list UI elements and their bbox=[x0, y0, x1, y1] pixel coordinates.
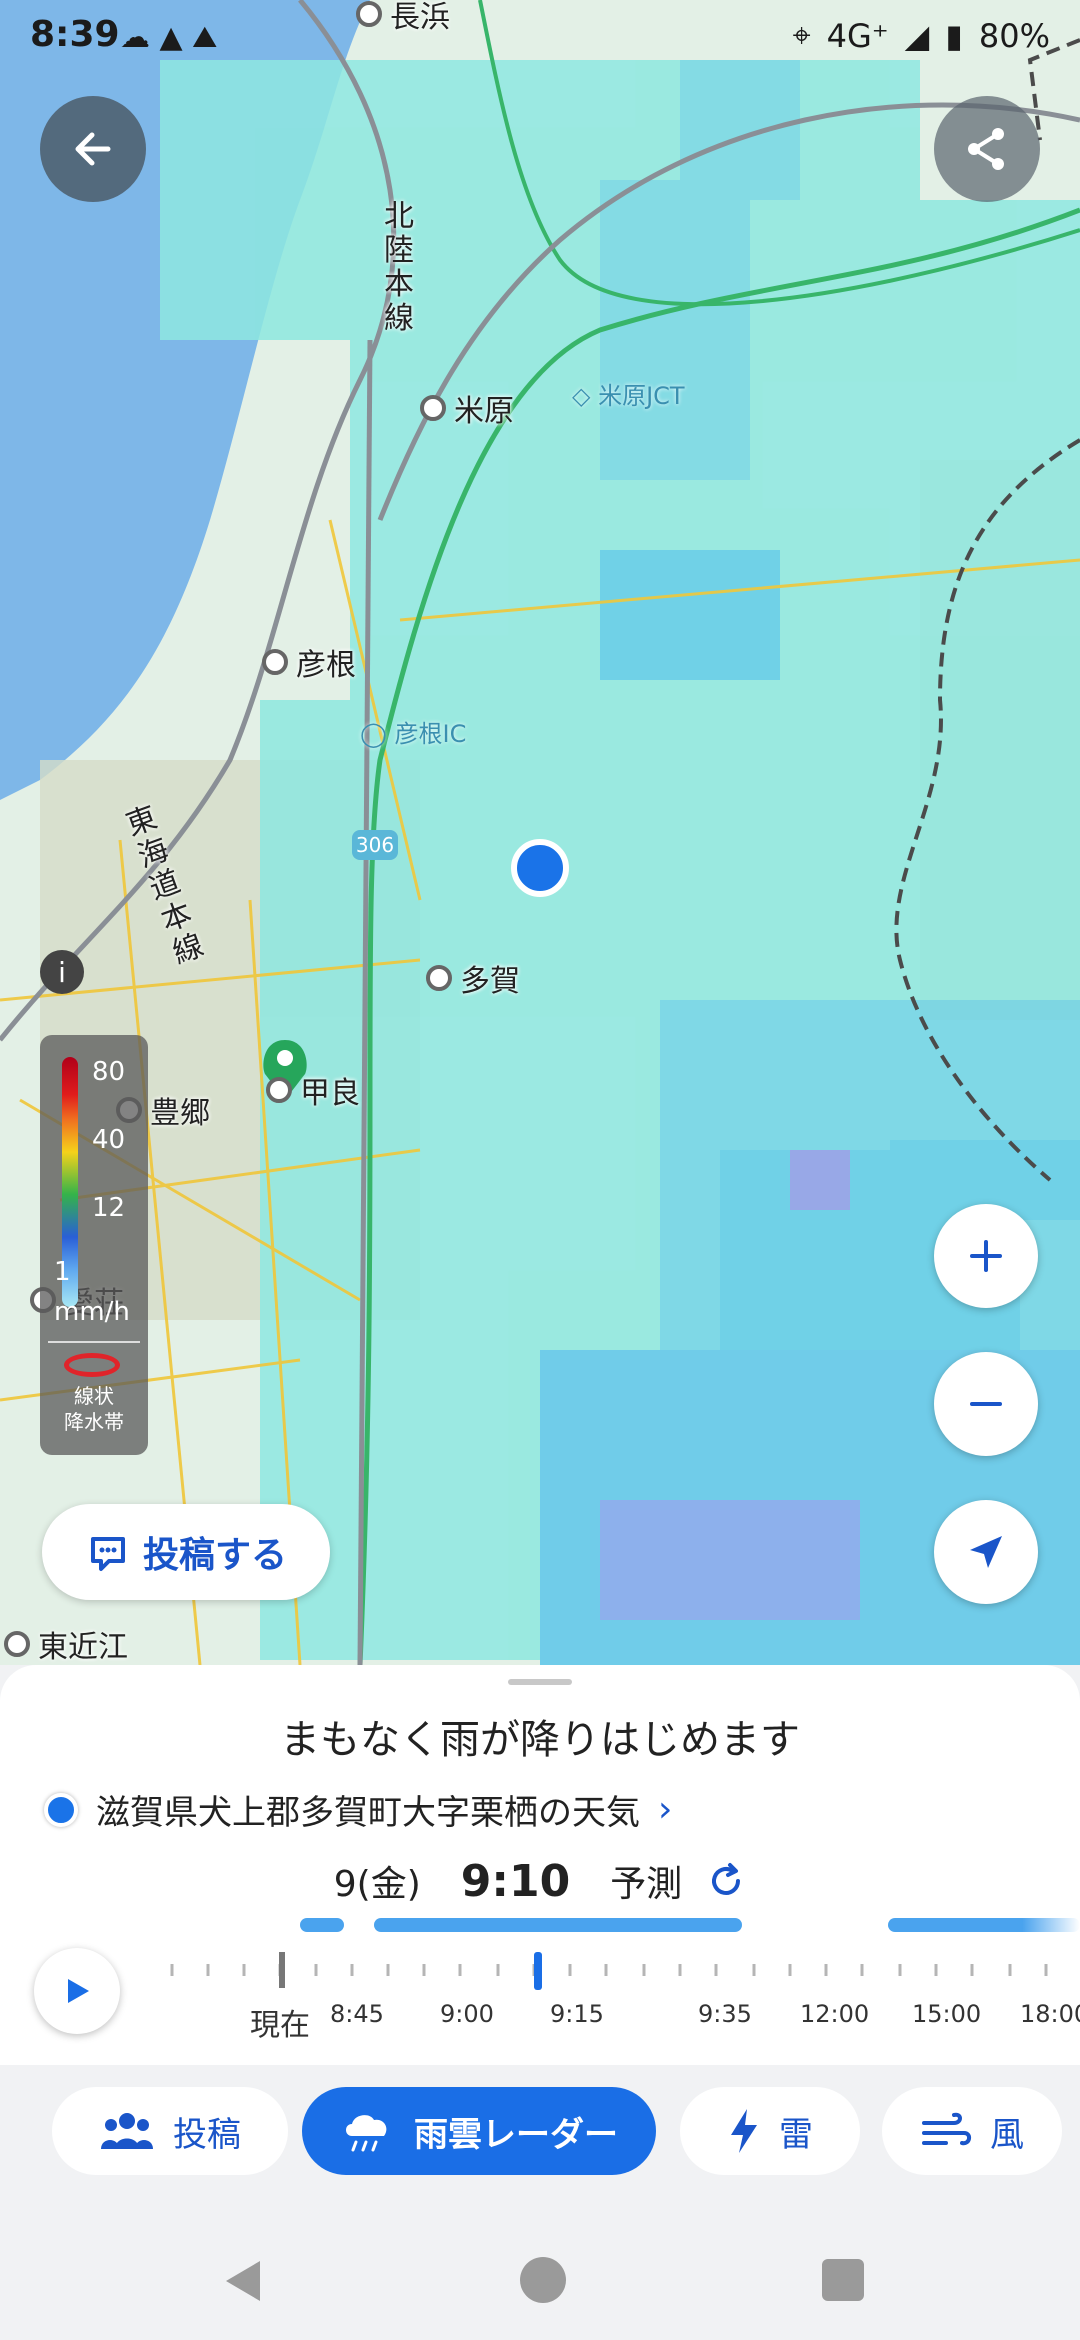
timeline-ticks bbox=[170, 1952, 1048, 1990]
rain-cloud-icon bbox=[346, 2115, 387, 2152]
svg-text:i: i bbox=[58, 956, 66, 989]
timeline-label-now: 現在 bbox=[250, 2008, 310, 2043]
play-button[interactable] bbox=[34, 1948, 120, 2034]
tab-post-label: 投稿 bbox=[173, 2114, 241, 2155]
location-dot-icon bbox=[44, 1792, 78, 1827]
interchange-hikone-ic: ◯ 彦根IC bbox=[360, 720, 467, 748]
legend-band-label: 線状 降水帯 bbox=[64, 1384, 124, 1434]
refresh-icon[interactable] bbox=[706, 1861, 746, 1901]
legend-value-12: 12 bbox=[92, 1193, 126, 1223]
timeline-label: 12:00 bbox=[800, 2000, 870, 2028]
post-comment-icon bbox=[90, 1537, 125, 1571]
battery-level: 80% bbox=[978, 16, 1050, 55]
radar-map[interactable]: i 長浜 米原 彦根 多賀 甲良 豊郷 愛荘 東近江 ◇ 米原JCT ◯ 彦根I… bbox=[0, 0, 1080, 1665]
place-taga: 多賀 bbox=[426, 956, 520, 1000]
nav-home-icon[interactable] bbox=[520, 2257, 566, 2303]
location-name: 滋賀県犬上郡多賀町大字栗栖の天気 bbox=[96, 1793, 640, 1833]
tab-lightning-label: 雷 bbox=[779, 2114, 813, 2155]
tab-wind[interactable]: 風 bbox=[882, 2087, 1062, 2175]
forecast-time: 9:10 bbox=[460, 1855, 571, 1907]
rain-period-bar bbox=[374, 1918, 742, 1932]
timeline-label: 15:00 bbox=[912, 2000, 982, 2028]
timeline-label: 18:00 bbox=[1020, 2000, 1080, 2028]
wind-icon bbox=[922, 2112, 971, 2146]
bottom-tab-bar: 投稿 雨雲レーダー 雷 風 bbox=[0, 2065, 1080, 2195]
rain-period-bar bbox=[300, 1918, 344, 1932]
timeline-label: 9:00 bbox=[440, 2000, 494, 2028]
post-button[interactable]: 投稿する bbox=[42, 1504, 330, 1600]
zoom-out-button[interactable] bbox=[934, 1352, 1038, 1456]
rain-forecast-headline: まもなく雨が降りはじめます bbox=[280, 1717, 800, 1763]
place-kora: 甲良 bbox=[266, 1068, 360, 1112]
status-notification-icons: ☁ ▲ ⛰ bbox=[120, 20, 218, 55]
timeline-label: 9:35 bbox=[698, 2000, 752, 2028]
forecast-mode: 予測 bbox=[610, 1864, 683, 1905]
system-nav-bar bbox=[0, 2195, 1080, 2340]
route-number-badge: 306 bbox=[352, 830, 398, 860]
forecast-time-row: 9(金) 9:10 予測 bbox=[0, 1855, 1080, 1907]
sheet-drag-handle[interactable] bbox=[508, 1679, 572, 1685]
legend-value-1: 1 bbox=[54, 1257, 71, 1287]
play-icon bbox=[68, 1979, 89, 2003]
nav-recents-icon[interactable] bbox=[822, 2259, 864, 2301]
legend-value-80: 80 bbox=[92, 1057, 126, 1087]
tab-wind-label: 風 bbox=[990, 2114, 1024, 2155]
interchange-maibara-jct: ◇ 米原JCT bbox=[572, 382, 685, 410]
back-arrow-icon bbox=[75, 132, 111, 166]
people-icon bbox=[101, 2113, 153, 2149]
precipitation-legend[interactable]: 80 40 12 1 mm/h 線状 降水帯 bbox=[40, 1035, 148, 1455]
rail-label-hokuriku: 北陸本線 bbox=[384, 199, 414, 336]
place-hikone: 彦根 bbox=[262, 640, 356, 684]
network-indicator: 4G⁺ bbox=[826, 16, 889, 55]
linear-rainband-icon bbox=[64, 1353, 120, 1377]
tab-rain-radar-label: 雨雲レーダー bbox=[414, 2114, 618, 2155]
navigation-arrow-icon bbox=[970, 1536, 1002, 1568]
current-location-button[interactable] bbox=[934, 1500, 1038, 1604]
location-weather-link[interactable]: 滋賀県犬上郡多賀町大字栗栖の天気 › bbox=[44, 1785, 672, 1834]
timeline-label: 8:45 bbox=[330, 2000, 384, 2028]
minus-icon bbox=[970, 1402, 1002, 1406]
chevron-right-icon: › bbox=[658, 1789, 673, 1830]
timeline-slider[interactable] bbox=[160, 1950, 1080, 1990]
place-higashiomi: 東近江 bbox=[4, 1622, 128, 1665]
status-time: 8:39 bbox=[30, 14, 120, 55]
lightning-icon bbox=[731, 2109, 757, 2153]
nav-back-icon[interactable] bbox=[220, 2257, 264, 2305]
signal-icon: ◢ bbox=[904, 16, 930, 55]
status-bar: 8:39 ☁ ▲ ⛰ ⌖ 4G⁺ ◢ ▮ 80% bbox=[0, 0, 1080, 70]
share-icon bbox=[968, 128, 1004, 170]
status-right: ⌖ 4G⁺ ◢ ▮ 80% bbox=[793, 16, 1050, 55]
post-button-label: 投稿する bbox=[142, 1535, 287, 1576]
zoom-in-button[interactable] bbox=[934, 1204, 1038, 1308]
location-icon: ⌖ bbox=[792, 16, 811, 54]
legend-unit: mm/h bbox=[54, 1297, 130, 1327]
rain-period-bar bbox=[888, 1918, 1080, 1932]
timeline-label: 9:15 bbox=[550, 2000, 604, 2028]
plus-icon bbox=[970, 1240, 1002, 1272]
tab-lightning[interactable]: 雷 bbox=[680, 2087, 860, 2175]
share-button[interactable] bbox=[934, 96, 1040, 202]
back-button[interactable] bbox=[40, 96, 146, 202]
tab-rain-radar[interactable]: 雨雲レーダー bbox=[302, 2087, 656, 2175]
tab-post[interactable]: 投稿 bbox=[52, 2087, 288, 2175]
battery-icon: ▮ bbox=[945, 16, 963, 55]
forecast-date: 9(金) bbox=[333, 1864, 421, 1905]
legend-divider bbox=[48, 1341, 140, 1343]
place-maibara: 米原 bbox=[420, 386, 514, 430]
legend-value-40: 40 bbox=[92, 1125, 126, 1155]
